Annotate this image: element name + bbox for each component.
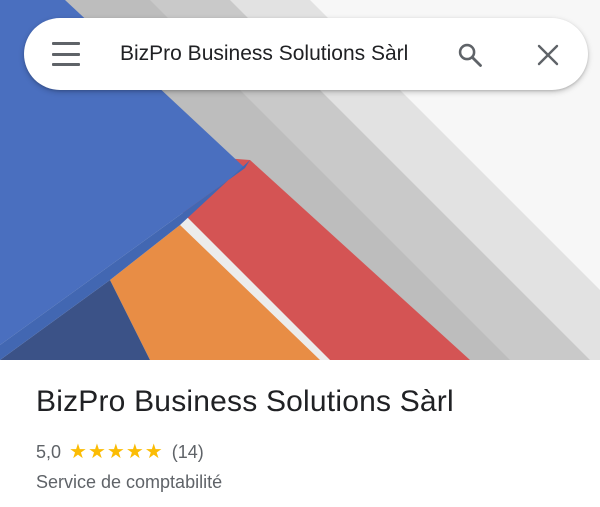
review-count-link[interactable]: (14) [172, 442, 204, 463]
star-icon: ★ [125, 441, 144, 463]
rating-row[interactable]: 5,0 ★ ★ ★ ★ ★ (14) [36, 440, 204, 464]
search-input[interactable] [120, 36, 440, 72]
place-title: BizPro Business Solutions Sàrl [36, 385, 454, 418]
rating-stars: ★ ★ ★ ★ ★ [69, 442, 164, 462]
search-bar [24, 18, 588, 90]
rating-value: 5,0 [36, 441, 62, 462]
star-icon: ★ [87, 441, 106, 463]
close-icon[interactable] [536, 43, 560, 67]
menu-icon[interactable] [52, 42, 80, 66]
star-icon: ★ [106, 441, 125, 463]
star-icon: ★ [144, 441, 163, 463]
star-icon: ★ [69, 441, 87, 463]
place-category: Service de comptabilité [36, 472, 223, 492]
search-icon[interactable] [456, 41, 484, 69]
